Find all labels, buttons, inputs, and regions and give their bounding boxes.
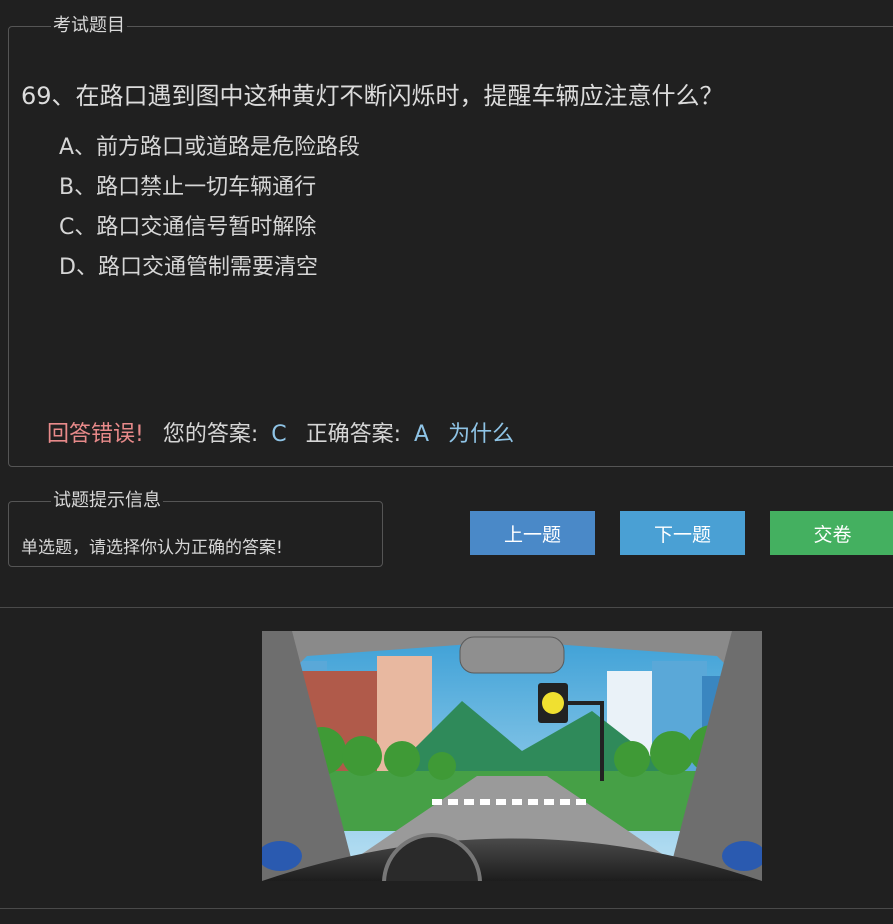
your-answer-label: 您的答案: — [162, 422, 259, 447]
rearview-mirror — [459, 636, 565, 674]
question-text: 69、在路口遇到图中这种黄灯不断闪烁时，提醒车辆应注意什么？ — [21, 82, 724, 110]
correct-answer-value: A — [414, 422, 430, 447]
hint-text: 单选题，请选择你认为正确的答案! — [21, 538, 283, 558]
option-a[interactable]: A、前方路口或道路是危险路段 — [59, 128, 360, 168]
hint-panel: 试题提示信息 单选题，请选择你认为正确的答案! — [8, 491, 383, 567]
option-b[interactable]: B、路口禁止一切车辆通行 — [59, 168, 360, 208]
flashing-yellow-light-icon — [542, 692, 564, 714]
options-list: A、前方路口或道路是危险路段 B、路口禁止一切车辆通行 C、路口交通信号暂时解除… — [59, 128, 360, 288]
option-d[interactable]: D、路口交通管制需要清空 — [59, 248, 360, 288]
divider-top — [0, 607, 893, 608]
your-answer-value: C — [271, 422, 287, 447]
question-panel: 考试题目 69、在路口遇到图中这种黄灯不断闪烁时，提醒车辆应注意什么？ A、前方… — [8, 16, 893, 467]
submit-exam-button[interactable]: 交卷 — [770, 511, 893, 555]
prev-question-button[interactable]: 上一题 — [470, 511, 595, 555]
answer-result: 回答错误! 您的答案: C 正确答案: A 为什么 — [47, 416, 514, 448]
next-question-button[interactable]: 下一题 — [620, 511, 745, 555]
option-c[interactable]: C、路口交通信号暂时解除 — [59, 208, 360, 248]
divider-bottom — [0, 908, 893, 909]
correct-answer-label: 正确答案: — [305, 422, 402, 447]
question-image — [262, 631, 762, 881]
result-status: 回答错误! — [47, 422, 144, 447]
hint-panel-legend: 试题提示信息 — [53, 490, 161, 511]
question-panel-legend: 考试题目 — [53, 15, 125, 36]
why-link[interactable]: 为什么 — [448, 422, 514, 447]
